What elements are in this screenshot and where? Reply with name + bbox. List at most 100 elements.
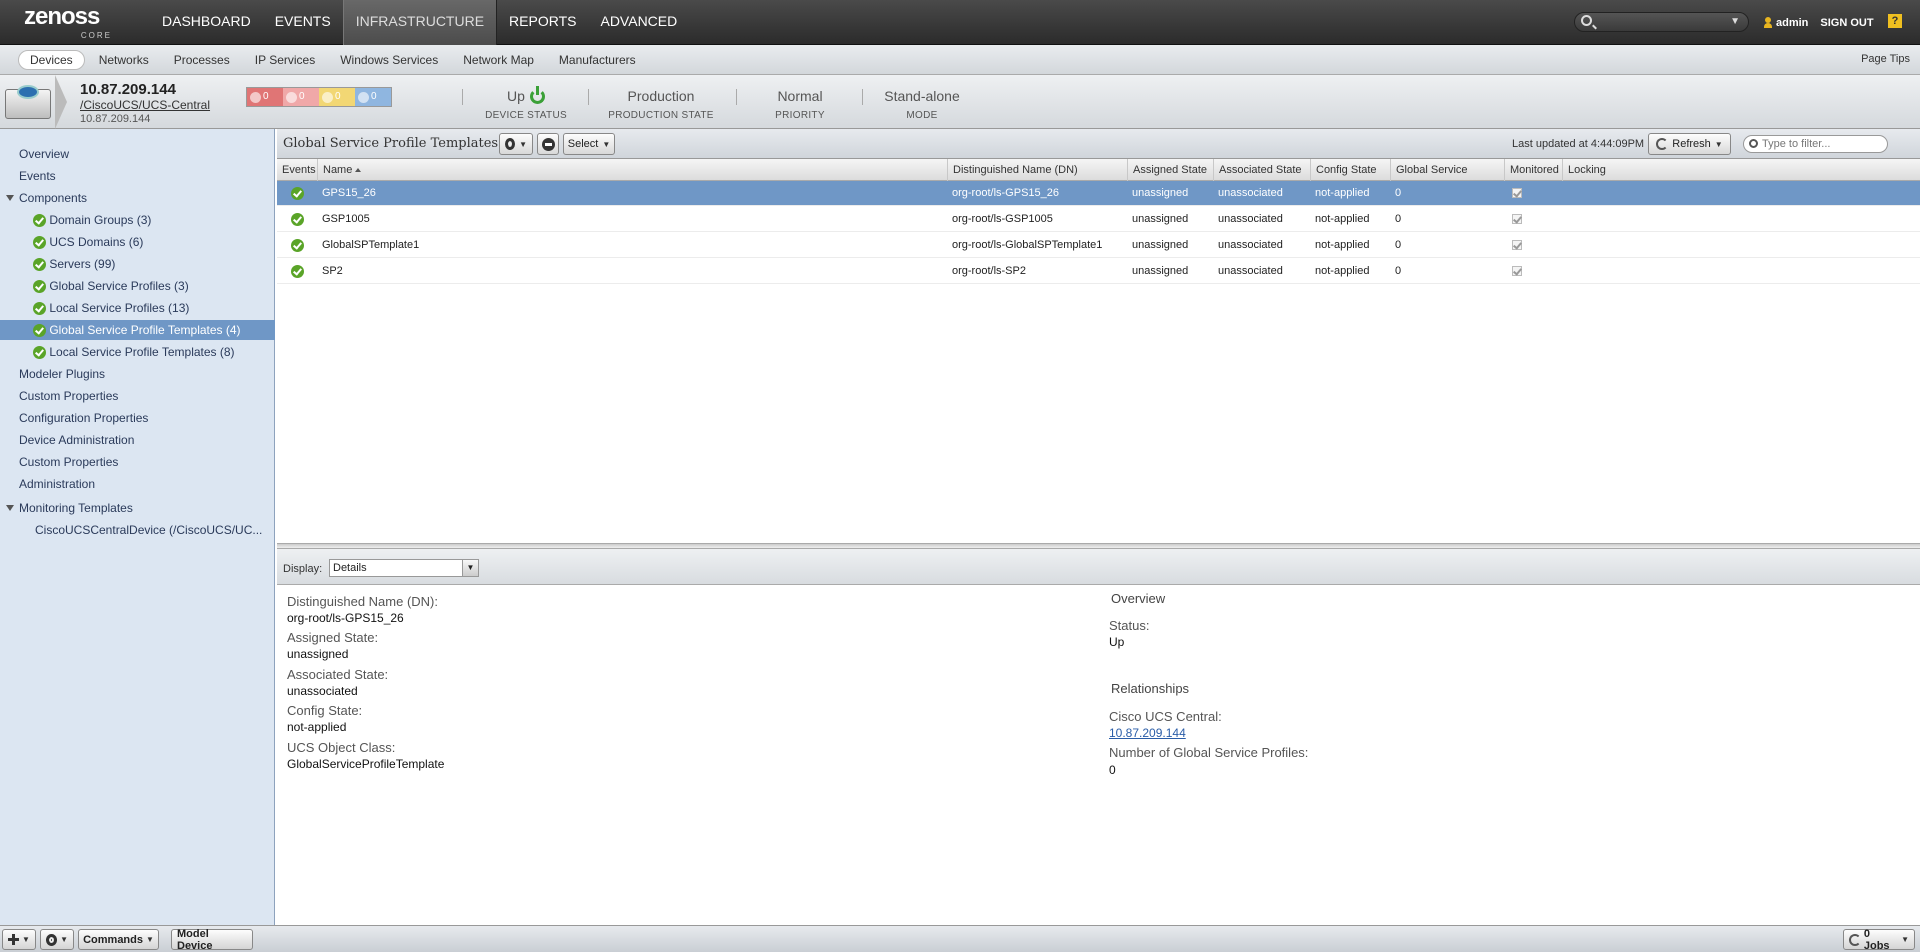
sidebar-item-local-service-profiles[interactable]: Local Service Profiles (13): [0, 298, 275, 318]
sidebar-item-local-service-profile-templates[interactable]: Local Service Profile Templates (8): [0, 342, 275, 362]
monitored-checkbox[interactable]: [1512, 214, 1522, 225]
column-header-locking[interactable]: Locking: [1562, 159, 1920, 181]
subnav-processes[interactable]: Processes: [163, 51, 241, 69]
sidebar-item-global-service-profile-templates[interactable]: Global Service Profile Templates (4): [0, 320, 275, 340]
priority: Normal PRIORITY: [752, 75, 848, 129]
sidebar-item-domain-groups[interactable]: Domain Groups (3): [0, 210, 275, 230]
sign-out-link[interactable]: SIGN OUT: [1820, 1, 1873, 45]
status-ok-icon: [291, 212, 304, 226]
breadcrumb-arrow: [55, 75, 69, 129]
settings-button[interactable]: ▼: [40, 929, 74, 950]
column-header-events[interactable]: Events: [277, 159, 317, 181]
column-header-name[interactable]: Name: [317, 159, 947, 181]
main-nav: DASHBOARD EVENTS INFRASTRUCTURE REPORTS …: [150, 0, 689, 45]
device-class-link[interactable]: /CiscoUCS/UCS-Central: [80, 98, 210, 112]
commands-button[interactable]: Commands ▼: [78, 929, 159, 950]
info-icon: [358, 91, 369, 103]
subnav-ip-services[interactable]: IP Services: [244, 51, 326, 69]
select-button[interactable]: Select ▼: [563, 133, 615, 155]
search-icon: [1749, 139, 1758, 148]
subnav-windows-services[interactable]: Windows Services: [329, 51, 449, 69]
status-ok-icon: [291, 264, 304, 278]
column-header-assigned-state[interactable]: Assigned State: [1127, 159, 1213, 181]
device-status-label: DEVICE STATUS: [485, 110, 567, 121]
warning-events-count[interactable]: 0: [319, 88, 355, 106]
cell-assigned-state: unassigned: [1132, 213, 1189, 225]
sidebar-item-device-administration[interactable]: Device Administration: [0, 430, 275, 450]
sidebar-item-custom-properties[interactable]: Custom Properties: [0, 386, 275, 406]
chevron-down-icon: ▼: [602, 139, 611, 149]
subnav-devices[interactable]: Devices: [18, 50, 85, 70]
jobs-label: 0 Jobs: [1863, 927, 1890, 952]
sidebar-item-template[interactable]: CiscoUCSCentralDevice (/CiscoUCS/UC...: [0, 520, 272, 540]
gear-icon: [505, 138, 516, 150]
info-events-count[interactable]: 0: [355, 88, 391, 106]
sidebar-item-servers[interactable]: Servers (99): [0, 254, 275, 274]
delete-button[interactable]: [537, 133, 559, 155]
error-events-count[interactable]: 0: [283, 88, 319, 106]
actions-gear-button[interactable]: ▼: [499, 133, 533, 155]
nav-infrastructure[interactable]: INFRASTRUCTURE: [342, 0, 498, 45]
sidebar-item-modeler-plugins[interactable]: Modeler Plugins: [0, 364, 275, 384]
critical-events-count[interactable]: 0: [247, 88, 283, 106]
status-ok-icon: [33, 280, 46, 294]
table-row[interactable]: GSP1005 org-root/ls-GSP1005 unassigned u…: [277, 207, 1920, 232]
zenoss-logo[interactable]: zenoss CORE: [24, 4, 116, 41]
user-menu[interactable]: admin: [1764, 1, 1808, 45]
chevron-down-icon[interactable]: ▼: [462, 560, 478, 576]
cisco-ucs-central-link[interactable]: 10.87.209.144: [1109, 726, 1186, 740]
refresh-icon: [1656, 138, 1669, 150]
nav-dashboard[interactable]: DASHBOARD: [150, 0, 263, 45]
subnav-manufacturers[interactable]: Manufacturers: [548, 51, 647, 69]
monitored-checkbox[interactable]: [1512, 188, 1522, 199]
table-row[interactable]: GPS15_26 org-root/ls-GPS15_26 unassigned…: [277, 181, 1920, 206]
sidebar-item-configuration-properties[interactable]: Configuration Properties: [0, 408, 275, 428]
event-severity-summary[interactable]: 0 0 0 0: [246, 87, 392, 107]
power-icon: [529, 85, 545, 104]
column-header-associated-state[interactable]: Associated State: [1213, 159, 1310, 181]
sidebar-item-custom-properties-2[interactable]: Custom Properties: [0, 452, 275, 472]
filter-input[interactable]: Type to filter...: [1743, 135, 1888, 153]
sidebar-item-events[interactable]: Events: [0, 166, 275, 186]
associated-state-label: Associated State:: [287, 667, 389, 682]
nav-advanced[interactable]: ADVANCED: [588, 0, 689, 45]
model-device-button[interactable]: Model Device: [171, 928, 253, 952]
error-icon: [286, 91, 297, 103]
column-header-config-state[interactable]: Config State: [1310, 159, 1390, 181]
subnav-network-map[interactable]: Network Map: [452, 51, 545, 69]
column-header-dn[interactable]: Distinguished Name (DN): [947, 159, 1127, 181]
chevron-down-icon[interactable]: ▼: [1730, 16, 1740, 27]
table-row[interactable]: GlobalSPTemplate1 org-root/ls-GlobalSPTe…: [277, 233, 1920, 258]
sidebar-item-global-service-profiles[interactable]: Global Service Profiles (3): [0, 276, 275, 296]
expand-triangle-icon[interactable]: [6, 505, 14, 511]
display-label: Display:: [283, 563, 323, 575]
column-header-monitored[interactable]: Monitored: [1504, 159, 1562, 181]
sidebar-item-overview[interactable]: Overview: [0, 144, 275, 164]
mode-label: MODE: [906, 110, 938, 121]
refresh-button[interactable]: Refresh ▼: [1648, 133, 1731, 155]
sidebar-item-ucs-domains[interactable]: UCS Domains (6): [0, 232, 275, 252]
sidebar-item-components[interactable]: Components: [0, 188, 275, 208]
cell-assigned-state: unassigned: [1132, 265, 1189, 277]
detail-panel: Distinguished Name (DN): org-root/ls-GPS…: [277, 585, 1920, 925]
add-button[interactable]: ▼: [2, 929, 36, 950]
page-tips-link[interactable]: Page Tips: [1861, 53, 1910, 65]
jobs-button[interactable]: 0 Jobs ▼: [1843, 927, 1915, 952]
column-header-global-service-profiles[interactable]: Global Service Profiles: [1390, 159, 1504, 198]
nav-events[interactable]: EVENTS: [263, 0, 343, 45]
relationships-section-title: Relationships: [1111, 681, 1190, 696]
global-search-input[interactable]: ▼: [1574, 12, 1749, 32]
status-ok-icon: [33, 346, 46, 360]
subnav-networks[interactable]: Networks: [88, 51, 160, 69]
monitored-checkbox[interactable]: [1512, 240, 1522, 251]
table-row[interactable]: SP2 org-root/ls-SP2 unassigned unassocia…: [277, 259, 1920, 284]
sidebar-item-label: Servers (99): [49, 257, 116, 271]
display-select[interactable]: Details ▼: [329, 559, 479, 577]
cisco-ucs-central-label: Cisco UCS Central:: [1109, 709, 1222, 724]
sidebar-item-administration[interactable]: Administration: [0, 474, 275, 494]
expand-triangle-icon[interactable]: [6, 195, 14, 201]
help-icon[interactable]: ?: [1888, 14, 1902, 28]
nav-reports[interactable]: REPORTS: [497, 0, 588, 45]
monitored-checkbox[interactable]: [1512, 266, 1522, 277]
sidebar-item-monitoring-templates[interactable]: Monitoring Templates: [0, 498, 275, 518]
